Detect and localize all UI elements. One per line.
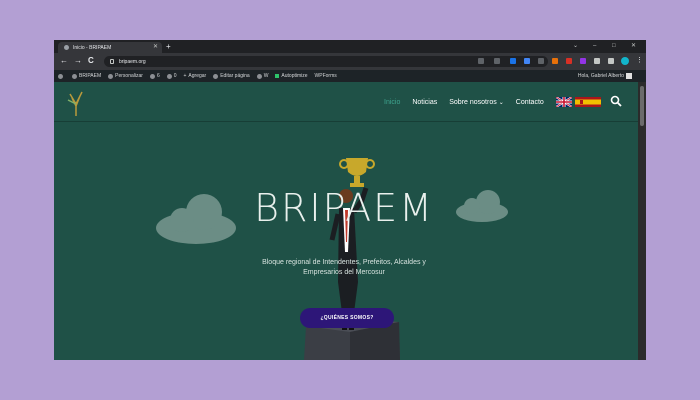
uk-flag-icon[interactable] xyxy=(555,97,572,107)
refresh-icon xyxy=(149,73,155,79)
admin-autoptimize[interactable]: Autoptimize xyxy=(275,73,308,79)
grid-icon xyxy=(256,73,262,79)
site-logo[interactable] xyxy=(66,90,86,116)
browser-toolbar: ← → C bripaem.org ⋮ xyxy=(54,53,646,70)
quienes-somos-button[interactable]: ¿QUIÉNES SOMOS? xyxy=(300,308,394,328)
pencil-icon xyxy=(213,73,219,79)
home-icon xyxy=(72,73,77,79)
admin-site-name[interactable]: BRIPAEM xyxy=(72,73,101,79)
avatar[interactable] xyxy=(626,73,632,79)
admin-w[interactable]: W xyxy=(256,73,268,79)
tab-title: Inicio - BRIPAEM xyxy=(73,44,112,51)
scrollbar-thumb[interactable] xyxy=(640,86,644,126)
extension-icon[interactable] xyxy=(510,58,516,64)
admin-updates[interactable]: 6 xyxy=(149,73,160,79)
web-page: Inicio Noticias Sobre nosotros ⌄ Contacto xyxy=(54,82,638,360)
main-nav: Inicio Noticias Sobre nosotros ⌄ Contacto xyxy=(384,97,604,107)
tab-close-icon[interactable]: ✕ xyxy=(153,44,158,50)
forward-button[interactable]: → xyxy=(74,56,82,66)
lock-icon[interactable] xyxy=(110,59,114,64)
trophy-icon xyxy=(339,158,375,187)
extension-icon[interactable] xyxy=(580,58,586,64)
page-scrollbar[interactable] xyxy=(638,82,646,360)
nav-contacto[interactable]: Contacto xyxy=(516,99,544,106)
puzzle-icon[interactable] xyxy=(594,58,600,64)
tab-strip: Inicio - BRIPAEM ✕ + ⌄ – □ ✕ xyxy=(54,40,646,53)
admin-comments[interactable]: 0 xyxy=(166,73,177,79)
site-header: Inicio Noticias Sobre nosotros ⌄ Contacto xyxy=(54,82,638,122)
comment-icon xyxy=(166,73,172,79)
spain-flag-icon[interactable] xyxy=(574,97,601,107)
hero-subtitle: Bloque regional de Intendentes, Prefeito… xyxy=(262,259,426,276)
minimize-button[interactable]: – xyxy=(593,42,596,50)
admin-wpforms[interactable]: WPForms xyxy=(315,73,337,79)
nav-sobre-nosotros[interactable]: Sobre nosotros ⌄ xyxy=(449,99,504,106)
back-button[interactable]: ← xyxy=(60,56,68,66)
status-dot-icon xyxy=(275,74,280,78)
star-icon[interactable] xyxy=(494,58,500,64)
search-icon[interactable] xyxy=(610,95,622,107)
chevron-down-icon[interactable]: ⌄ xyxy=(573,42,578,50)
sidebar-icon[interactable] xyxy=(608,58,614,64)
tab-bripaem[interactable]: Inicio - BRIPAEM ✕ xyxy=(58,42,162,53)
wp-admin-bar: BRIPAEM Personalizar 6 0 + Agregar Editar… xyxy=(54,70,646,82)
extension-icon[interactable] xyxy=(552,58,558,64)
browser-window: Inicio - BRIPAEM ✕ + ⌄ – □ ✕ ← → C bripa… xyxy=(54,40,646,360)
admin-edit-page[interactable]: Editar página xyxy=(213,73,250,79)
new-tab-button[interactable]: + xyxy=(166,42,171,51)
extension-icon[interactable] xyxy=(566,58,572,64)
brush-icon xyxy=(108,73,114,79)
admin-customize[interactable]: Personalizar xyxy=(108,73,143,79)
menu-icon[interactable]: ⋮ xyxy=(636,56,643,66)
hero-title: BRIPAEM xyxy=(254,186,434,230)
nav-inicio[interactable]: Inicio xyxy=(384,99,400,106)
favicon-icon xyxy=(64,45,69,50)
nav-noticias[interactable]: Noticias xyxy=(412,99,437,106)
maximize-button[interactable]: □ xyxy=(612,42,616,50)
close-window-button[interactable]: ✕ xyxy=(631,42,636,50)
admin-new[interactable]: + Agregar xyxy=(184,73,207,79)
url-text: bripaem.org xyxy=(119,58,146,65)
admin-howdy[interactable]: Hola, Gabriel Alberto xyxy=(578,73,624,79)
plus-icon: + xyxy=(183,73,187,79)
wordpress-logo-icon[interactable] xyxy=(58,73,65,79)
reload-button[interactable]: C xyxy=(88,56,94,66)
share-icon[interactable] xyxy=(478,58,484,64)
extension-icon[interactable] xyxy=(524,58,530,64)
profile-avatar[interactable] xyxy=(621,57,629,65)
chevron-down-icon: ⌄ xyxy=(498,99,504,106)
extension-icon[interactable] xyxy=(538,58,544,64)
